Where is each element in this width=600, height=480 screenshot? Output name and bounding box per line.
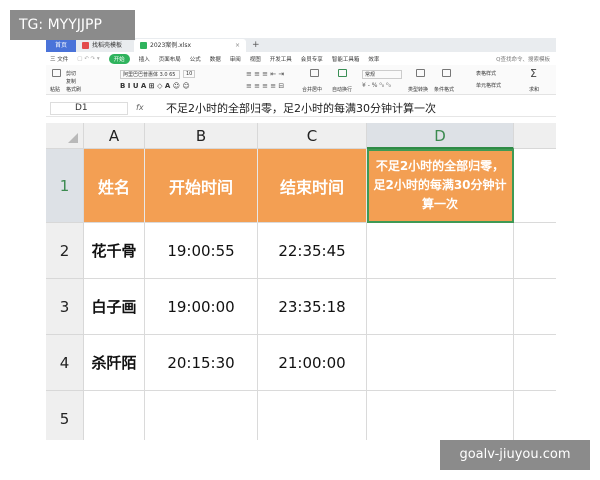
alignment-icons[interactable]: ≡ ≡ ≡ ⇤ ⇥: [246, 70, 284, 78]
tab-workbook-label: 2023案例.xlsx: [150, 42, 192, 49]
cell-b4[interactable]: 20:15:30: [145, 335, 258, 391]
menu-smart-tools[interactable]: 智能工具箱: [332, 55, 360, 63]
toolbar-quick-icons: ▢ ↶ ↷ ▾: [77, 55, 100, 62]
tab-templates[interactable]: 找稻壳模板: [76, 39, 134, 52]
cell-e2[interactable]: [514, 223, 556, 279]
menu-efficiency[interactable]: 效率: [368, 55, 379, 63]
select-all-triangle-icon: [68, 133, 78, 143]
menu-developer[interactable]: 开发工具: [270, 55, 292, 63]
tab-home[interactable]: 首页: [46, 39, 76, 52]
cell-d5[interactable]: [367, 391, 514, 440]
row-header-4[interactable]: 4: [46, 335, 84, 391]
formula-bar: D1 fx 不足2小时的全部归零，足2小时的每满30分钟计算一次: [46, 100, 556, 117]
type-convert-icon[interactable]: [416, 69, 425, 77]
wrap-text-button[interactable]: 自动换行: [332, 86, 352, 93]
select-all-corner[interactable]: [46, 123, 84, 149]
cell-e1[interactable]: [514, 149, 556, 223]
command-search[interactable]: Q查找命令、搜索模板: [496, 55, 550, 63]
cell-b2[interactable]: 19:00:55: [145, 223, 258, 279]
column-header-a[interactable]: A: [84, 123, 145, 149]
merge-icon[interactable]: [310, 69, 319, 77]
cut-button[interactable]: 剪切: [66, 70, 76, 77]
cell-b3[interactable]: 19:00:00: [145, 279, 258, 335]
table-style-button[interactable]: 表格样式: [476, 70, 496, 77]
menu-file[interactable]: 三 文件: [50, 55, 68, 63]
close-tab-icon[interactable]: ×: [235, 39, 240, 52]
wrap-text-icon[interactable]: [338, 69, 347, 77]
cell-d4[interactable]: [367, 335, 514, 391]
menu-formula[interactable]: 公式: [190, 55, 201, 63]
sum-button[interactable]: 求和: [529, 86, 539, 93]
menu-data[interactable]: 数据: [210, 55, 221, 63]
row-header-2[interactable]: 2: [46, 223, 84, 279]
row-header-1[interactable]: 1: [46, 149, 84, 223]
cell-e5[interactable]: [514, 391, 556, 440]
font-size-select[interactable]: 10: [183, 70, 196, 78]
cell-d3[interactable]: [367, 279, 514, 335]
column-header-b[interactable]: B: [145, 123, 258, 149]
menu-insert[interactable]: 插入: [139, 55, 150, 63]
docer-icon: [82, 42, 89, 49]
cell-c4[interactable]: 21:00:00: [258, 335, 367, 391]
row-header-3[interactable]: 3: [46, 279, 84, 335]
spreadsheet-window: 首页 找稻壳模板 2023案例.xlsx × + 三 文件 ▢ ↶ ↷ ▾ 开始…: [46, 38, 556, 440]
header-cell-start-time[interactable]: 开始时间: [145, 149, 258, 223]
menu-view[interactable]: 视图: [250, 55, 261, 63]
new-tab-button[interactable]: +: [246, 39, 266, 52]
cell-c2[interactable]: 22:35:45: [258, 223, 367, 279]
cell-a5[interactable]: [84, 391, 145, 440]
menu-bar: 三 文件 ▢ ↶ ↷ ▾ 开始 插入 页面布局 公式 数据 审阅 视图 开发工具…: [46, 52, 556, 65]
alignment-icons-lower[interactable]: ≡ ≡ ≡ ≡ ⊟: [246, 82, 284, 90]
watermark-bottom-right: goalv-jiuyou.com: [440, 440, 590, 470]
cell-d2[interactable]: [367, 223, 514, 279]
format-painter-button[interactable]: 格式刷: [66, 86, 81, 93]
cell-e3[interactable]: [514, 279, 556, 335]
font-style-buttons[interactable]: B I U A ⊞ ◇ A ☺ ☺: [120, 82, 190, 90]
tab-templates-label: 找稻壳模板: [92, 42, 123, 49]
fx-icon[interactable]: fx: [136, 103, 144, 112]
cell-a2[interactable]: 花千骨: [84, 223, 145, 279]
watermark-top-left: TG: MYYJJPP: [10, 10, 135, 40]
cell-a4[interactable]: 杀阡陌: [84, 335, 145, 391]
conditional-format-icon[interactable]: [442, 69, 451, 77]
column-header-empty[interactable]: [514, 123, 556, 149]
cell-style-button[interactable]: 单元格样式: [476, 82, 501, 89]
sum-icon[interactable]: Σ: [530, 67, 537, 80]
tab-workbook[interactable]: 2023案例.xlsx ×: [134, 39, 246, 52]
name-box[interactable]: D1: [50, 102, 128, 115]
cell-e4[interactable]: [514, 335, 556, 391]
menu-member[interactable]: 会员专享: [301, 55, 323, 63]
number-format-select[interactable]: 常规: [362, 70, 402, 79]
column-header-c[interactable]: C: [258, 123, 367, 149]
header-cell-name[interactable]: 姓名: [84, 149, 145, 223]
column-header-d[interactable]: D: [367, 123, 514, 149]
cell-c5[interactable]: [258, 391, 367, 440]
type-convert-button[interactable]: 类型转换: [408, 86, 428, 93]
merge-button[interactable]: 合并居中: [302, 86, 322, 93]
tab-bar: 首页 找稻壳模板 2023案例.xlsx × +: [46, 38, 556, 52]
menu-start[interactable]: 开始: [108, 53, 130, 64]
header-cell-end-time[interactable]: 结束时间: [258, 149, 367, 223]
ribbon-toolbar: 粘贴 剪切 复制 格式刷 阿里巴巴普惠体 3.0 65 10 B I U A ⊞…: [46, 65, 556, 95]
spreadsheet-file-icon: [140, 42, 147, 49]
font-family-select[interactable]: 阿里巴巴普惠体 3.0 65: [120, 70, 180, 79]
header-cell-rule[interactable]: 不足2小时的全部归零，足2小时的每满30分钟计算一次: [367, 149, 514, 223]
cell-b5[interactable]: [145, 391, 258, 440]
row-header-5[interactable]: 5: [46, 391, 84, 440]
cell-c3[interactable]: 23:35:18: [258, 279, 367, 335]
cell-a3[interactable]: 白子画: [84, 279, 145, 335]
formula-input[interactable]: 不足2小时的全部归零，足2小时的每满30分钟计算一次: [166, 101, 436, 116]
menu-review[interactable]: 审阅: [230, 55, 241, 63]
paste-button[interactable]: 粘贴: [50, 86, 60, 93]
copy-button[interactable]: 复制: [66, 78, 76, 85]
menu-page-layout[interactable]: 页面布局: [159, 55, 181, 63]
number-format-icons[interactable]: ¥ - % ⁰₀ ⁰₀: [362, 82, 391, 89]
tab-home-label: 首页: [54, 42, 67, 49]
conditional-format-button[interactable]: 条件格式: [434, 86, 454, 93]
paste-icon[interactable]: [52, 69, 61, 77]
